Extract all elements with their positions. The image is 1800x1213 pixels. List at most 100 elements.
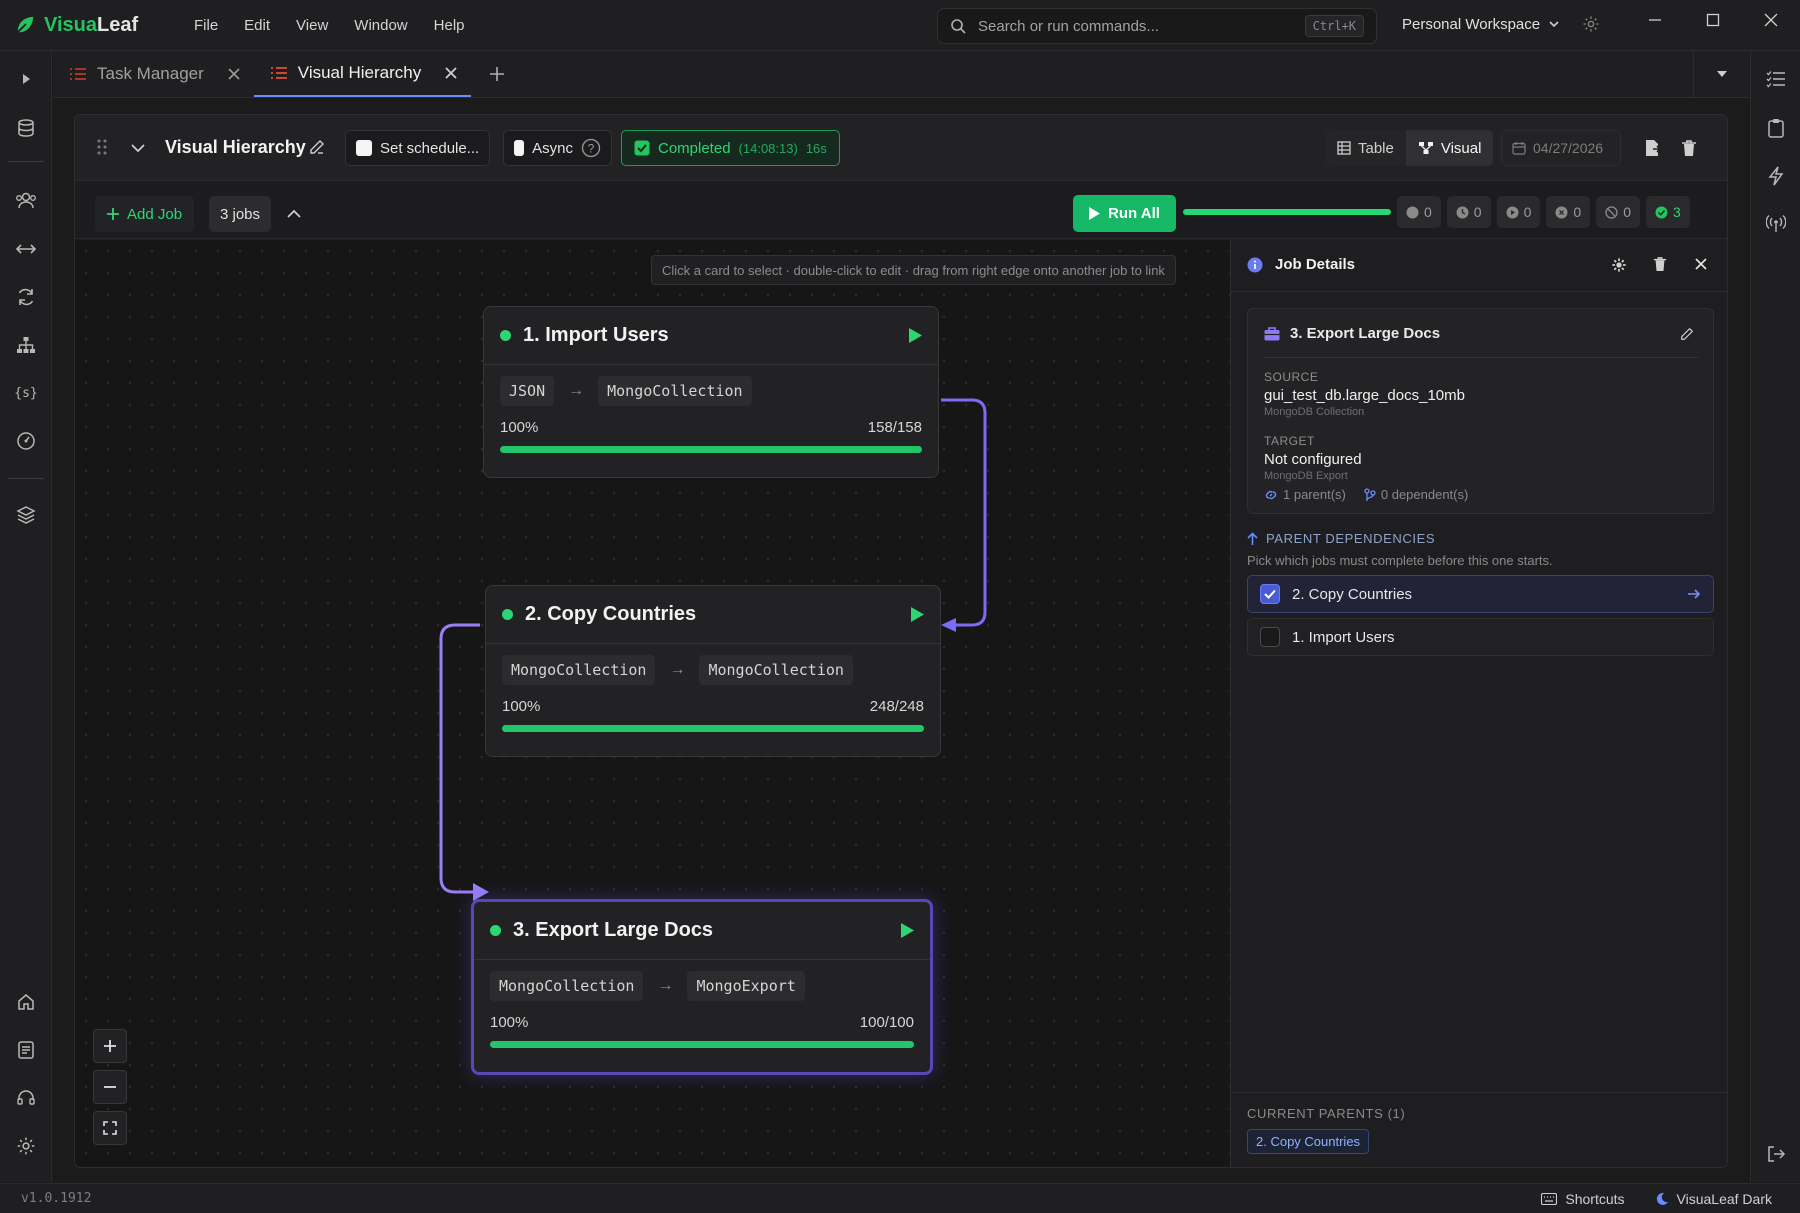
schema-icon[interactable]: {s} <box>12 379 40 407</box>
tab-overflow-button[interactable] <box>1693 51 1749 97</box>
tab-task-manager[interactable]: Task Manager <box>53 51 254 97</box>
status-dot <box>500 330 511 341</box>
tab-visual-hierarchy[interactable]: Visual Hierarchy <box>253 51 472 97</box>
counter-waiting: 0 <box>1446 196 1491 228</box>
dependency-option[interactable]: 2. Copy Countries <box>1247 575 1714 613</box>
fit-view-button[interactable] <box>93 1111 127 1145</box>
theme-toggle[interactable]: VisuaLeaf Dark <box>1655 1191 1772 1207</box>
job-progress-bar <box>500 446 922 453</box>
workspace-selector[interactable]: Personal Workspace <box>1402 15 1600 33</box>
run-job-icon[interactable] <box>901 923 914 938</box>
menu-edit[interactable]: Edit <box>244 17 270 34</box>
tab-label: Visual Hierarchy <box>297 63 422 82</box>
zoom-out-button[interactable] <box>93 1070 127 1104</box>
zoom-in-button[interactable] <box>93 1029 127 1063</box>
job-source: JSON <box>500 376 555 406</box>
drag-handle-icon[interactable] <box>97 139 107 155</box>
run-job-icon[interactable] <box>909 328 922 343</box>
date-picker[interactable]: 04/27/2026 <box>1501 130 1621 166</box>
new-tab-button[interactable] <box>471 51 523 97</box>
edit-title-icon[interactable] <box>309 139 325 155</box>
dependency-option[interactable]: 1. Import Users <box>1247 618 1714 656</box>
broadcast-icon[interactable] <box>1762 210 1790 238</box>
run-all-button[interactable]: Run All <box>1073 195 1176 232</box>
dashboard-icon[interactable] <box>12 427 40 455</box>
database-icon[interactable] <box>12 114 40 142</box>
relations-summary: 1 parent(s) 0 dependent(s) <box>1264 487 1468 502</box>
users-icon[interactable] <box>12 187 40 215</box>
help-icon[interactable]: ? <box>581 138 601 158</box>
menu-help[interactable]: Help <box>434 17 465 34</box>
view-switcher: Table Visual <box>1325 130 1494 166</box>
parent-tag[interactable]: 2. Copy Countries <box>1247 1129 1370 1154</box>
close-tab-icon[interactable] <box>228 68 240 80</box>
sync-icon[interactable] <box>12 283 40 311</box>
arrow-right-icon: → <box>669 661 686 678</box>
job-card[interactable]: 1. Import Users JSON → MongoCollection 1… <box>483 306 939 478</box>
hierarchy-icon[interactable] <box>12 331 40 359</box>
gear-icon[interactable] <box>1582 15 1600 33</box>
page-title: Visual Hierarchy <box>165 137 306 157</box>
hierarchy-canvas[interactable]: Click a card to select · double-click to… <box>75 240 1230 1167</box>
close-window-icon[interactable] <box>1742 0 1800 40</box>
support-icon[interactable] <box>12 1084 40 1112</box>
status-duration: 16s <box>805 140 827 156</box>
menu-file[interactable]: File <box>194 17 218 34</box>
pipeline-header: Visual Hierarchy Set schedule... Async ?… <box>75 115 1727 181</box>
job-card[interactable]: 2. Copy Countries MongoCollection → Mong… <box>485 585 941 757</box>
expand-sidebar-icon[interactable] <box>12 65 40 93</box>
set-schedule-button[interactable]: Set schedule... <box>345 130 491 166</box>
job-name: 3. Export Large Docs <box>513 919 714 941</box>
left-icon-rail: {s} <box>0 51 52 1182</box>
transfer-icon[interactable] <box>12 235 40 263</box>
job-card-selected[interactable]: 3. Export Large Docs MongoCollection → M… <box>471 899 933 1075</box>
gear-icon[interactable] <box>1611 257 1627 273</box>
dependency-checkbox[interactable] <box>1260 584 1280 604</box>
jobs-count-badge: 3 jobs <box>209 196 272 232</box>
source-label: SOURCE <box>1264 370 1319 384</box>
view-visual-button[interactable]: Visual <box>1405 130 1494 166</box>
view-table-button[interactable]: Table <box>1325 130 1406 166</box>
job-name: 1. Import Users <box>523 324 669 346</box>
home-icon[interactable] <box>12 988 40 1016</box>
minimize-icon[interactable] <box>1626 0 1684 40</box>
run-job-icon[interactable] <box>911 607 924 622</box>
hierarchy-icon <box>1418 141 1434 155</box>
docs-icon[interactable] <box>12 1036 40 1064</box>
job-target: MongoExport <box>687 971 805 1001</box>
maximize-icon[interactable] <box>1684 0 1742 40</box>
shortcuts-button[interactable]: Shortcuts <box>1541 1191 1625 1207</box>
clipboard-icon[interactable] <box>1762 114 1790 142</box>
add-job-button[interactable]: Add Job <box>95 196 195 232</box>
counter-pending: 0 <box>1397 196 1441 228</box>
task-list-icon[interactable] <box>1762 65 1790 93</box>
counter-failed: 0 <box>1546 196 1591 228</box>
dependency-checkbox[interactable] <box>1260 627 1280 647</box>
lightning-icon[interactable] <box>1762 162 1790 190</box>
menu-window[interactable]: Window <box>354 17 407 34</box>
close-tab-icon[interactable] <box>445 67 457 79</box>
settings-icon[interactable] <box>12 1132 40 1160</box>
arrow-right-icon: → <box>568 382 585 399</box>
chevron-up-icon[interactable] <box>287 209 301 219</box>
schedule-checkbox[interactable] <box>356 140 372 156</box>
edit-icon[interactable] <box>1680 327 1694 341</box>
arrow-right-icon[interactable] <box>1687 588 1701 600</box>
logout-icon[interactable] <box>1762 1140 1790 1168</box>
job-target: MongoCollection <box>699 655 853 685</box>
trash-icon[interactable] <box>1653 256 1667 272</box>
menu-view[interactable]: View <box>296 17 328 34</box>
collapse-chevron-icon[interactable] <box>131 143 145 153</box>
dependency-name: 2. Copy Countries <box>1292 585 1413 603</box>
close-icon[interactable] <box>1695 258 1707 270</box>
app-logo[interactable]: VisuaLeaf <box>14 14 164 37</box>
current-parents-section: CURRENT PARENTS (1) 2. Copy Countries <box>1231 1092 1727 1167</box>
search-input[interactable]: Search or run commands... <box>978 18 1293 35</box>
export-icon[interactable] <box>1643 139 1661 157</box>
async-checkbox[interactable] <box>514 140 525 156</box>
async-toggle[interactable]: Async ? <box>503 130 612 166</box>
trash-icon[interactable] <box>1681 139 1697 157</box>
layers-icon[interactable] <box>12 501 40 529</box>
command-search[interactable]: Search or run commands... Ctrl+K <box>937 8 1377 44</box>
title-bar: VisuaLeaf File Edit View Window Help Sea… <box>0 0 1800 51</box>
